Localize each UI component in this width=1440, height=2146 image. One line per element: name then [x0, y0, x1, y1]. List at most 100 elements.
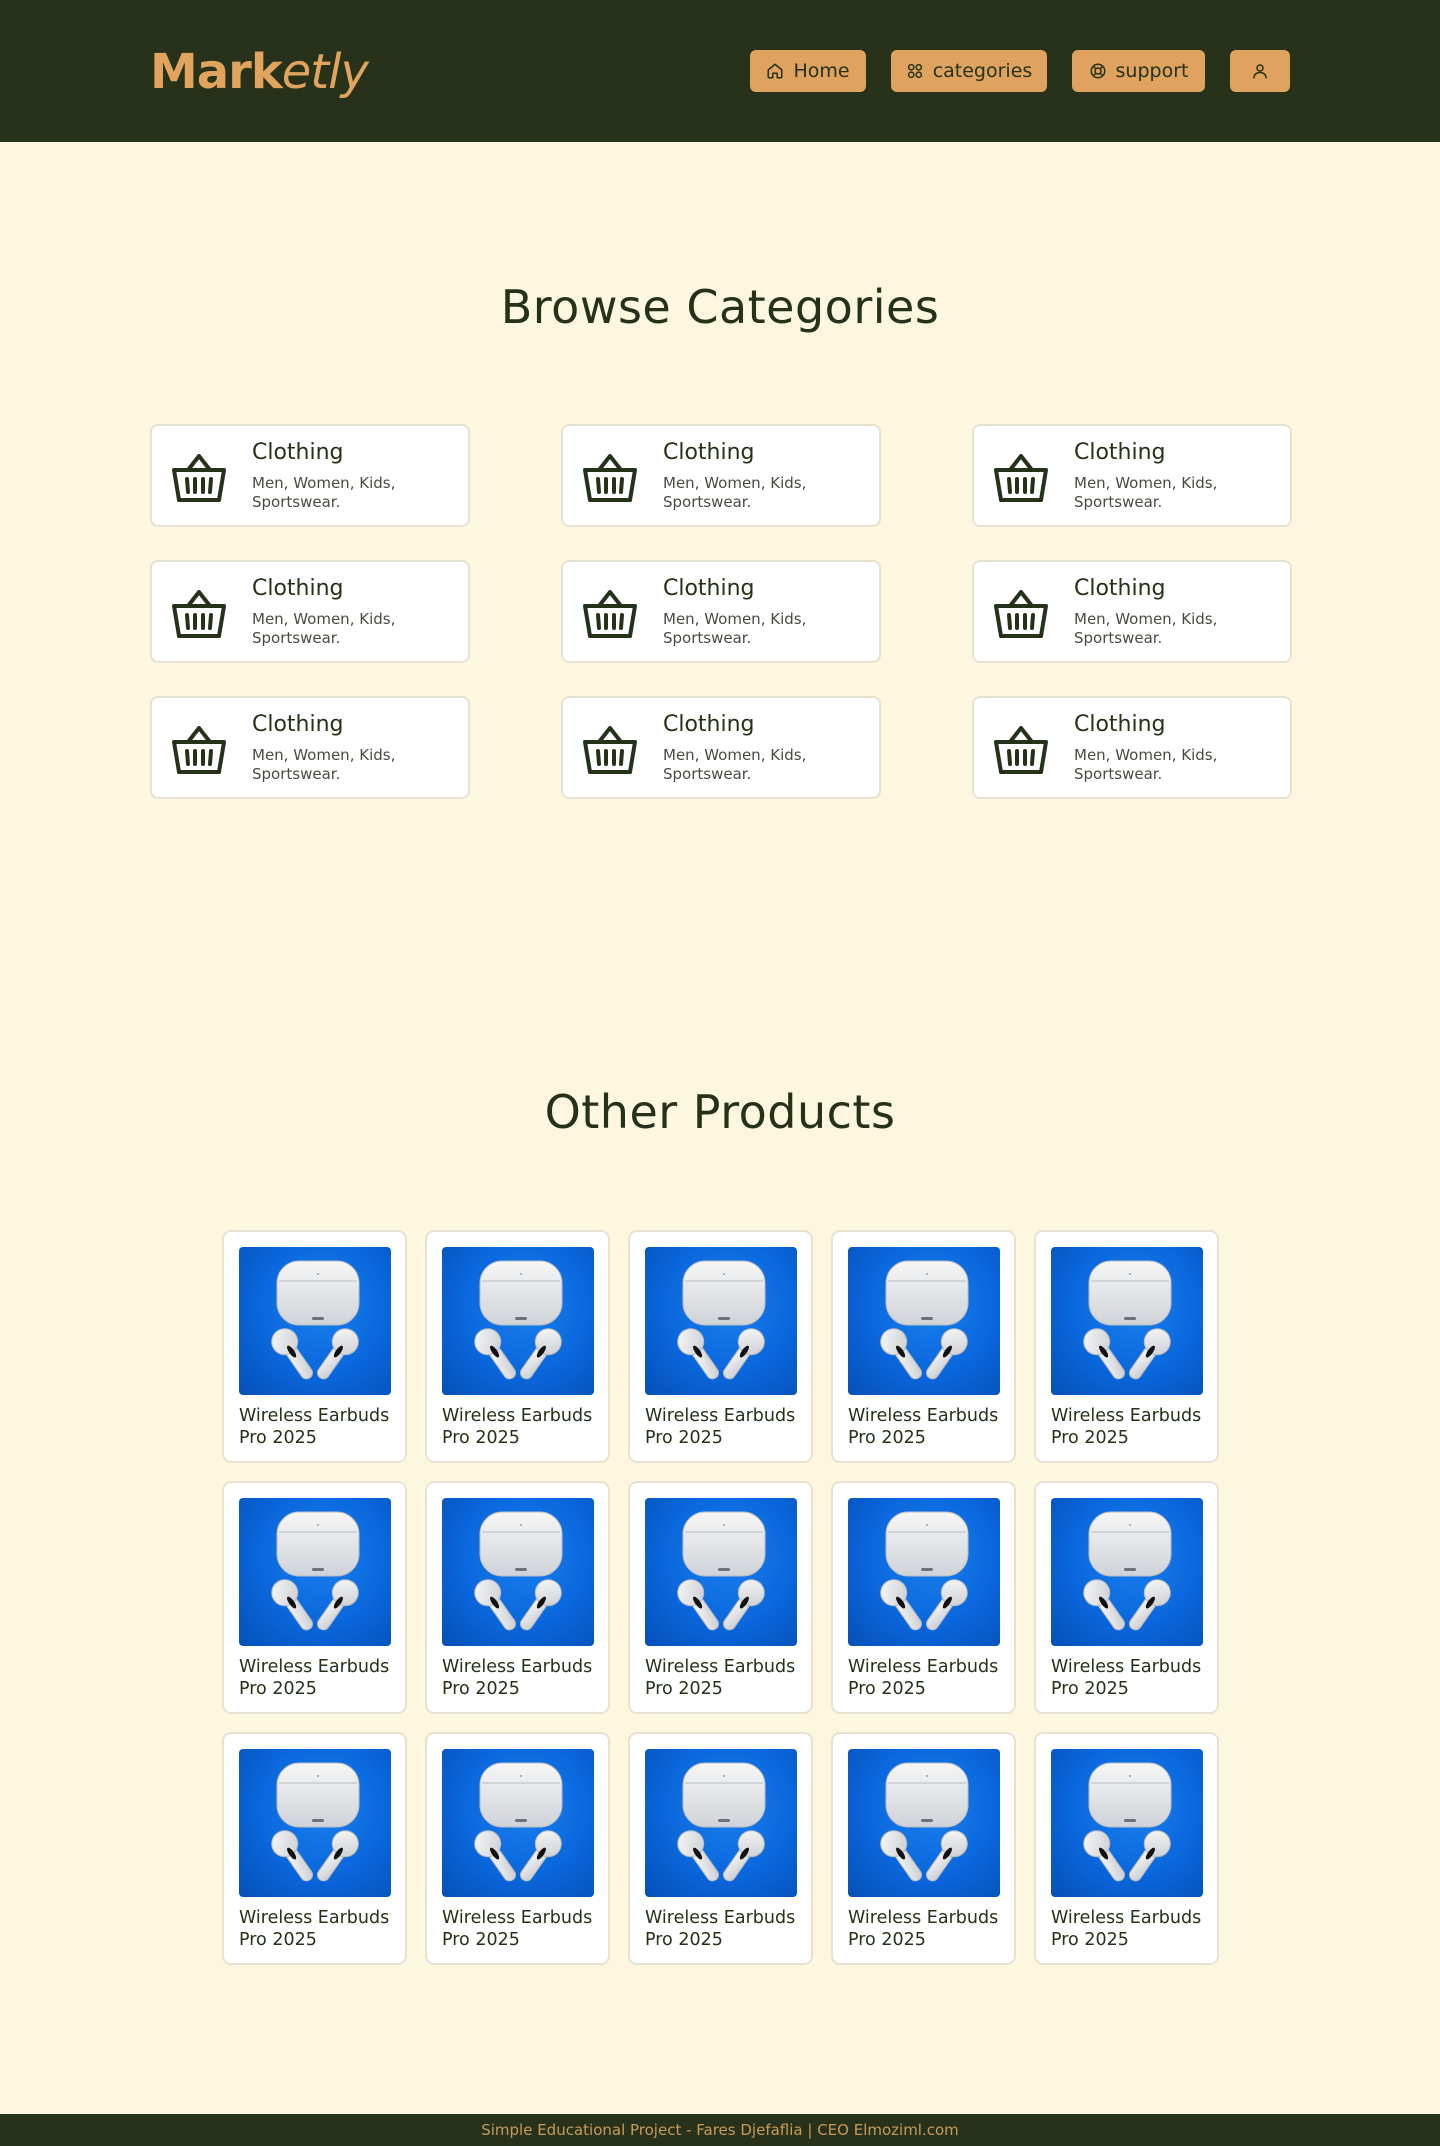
lifebuoy-icon [1090, 63, 1106, 79]
product-card[interactable]: Wireless Earbuds Pro 2025 [628, 1732, 813, 1965]
category-name: Clothing [1074, 712, 1166, 737]
category-card[interactable]: Clothing Men, Women, Kids, Sportswear. [972, 424, 1292, 527]
product-card[interactable]: Wireless Earbuds Pro 2025 [831, 1481, 1016, 1714]
basket-icon [170, 586, 228, 640]
nav-support-button[interactable]: support [1072, 50, 1205, 92]
category-name: Clothing [1074, 440, 1166, 465]
nav-categories-label: categories [932, 60, 1033, 82]
product-card[interactable]: Wireless Earbuds Pro 2025 [1034, 1230, 1219, 1463]
product-name: Wireless Earbuds Pro 2025 [239, 1406, 390, 1448]
product-card[interactable]: Wireless Earbuds Pro 2025 [425, 1481, 610, 1714]
basket-icon [992, 586, 1050, 640]
product-image[interactable] [645, 1498, 797, 1646]
product-name: Wireless Earbuds Pro 2025 [442, 1657, 593, 1699]
category-card[interactable]: Clothing Men, Women, Kids, Sportswear. [150, 560, 470, 663]
product-card[interactable]: Wireless Earbuds Pro 2025 [628, 1230, 813, 1463]
category-card[interactable]: Clothing Men, Women, Kids, Sportswear. [972, 696, 1292, 799]
product-name: Wireless Earbuds Pro 2025 [1051, 1908, 1202, 1950]
product-name: Wireless Earbuds Pro 2025 [645, 1406, 796, 1448]
category-description: Men, Women, Kids, Sportswear. [1074, 610, 1218, 647]
product-image[interactable] [442, 1498, 594, 1646]
basket-icon [170, 722, 228, 776]
category-description: Men, Women, Kids, Sportswear. [252, 474, 396, 511]
basket-icon [581, 450, 639, 504]
category-name: Clothing [252, 576, 344, 601]
category-card[interactable]: Clothing Men, Women, Kids, Sportswear. [972, 560, 1292, 663]
product-name: Wireless Earbuds Pro 2025 [1051, 1406, 1202, 1448]
product-name: Wireless Earbuds Pro 2025 [442, 1908, 593, 1950]
product-card[interactable]: Wireless Earbuds Pro 2025 [628, 1481, 813, 1714]
product-image[interactable] [848, 1498, 1000, 1646]
category-name: Clothing [252, 440, 344, 465]
nav-home-label: Home [793, 60, 850, 82]
product-image[interactable] [442, 1749, 594, 1897]
category-card[interactable]: Clothing Men, Women, Kids, Sportswear. [150, 696, 470, 799]
product-name: Wireless Earbuds Pro 2025 [848, 1908, 999, 1950]
category-card[interactable]: Clothing Men, Women, Kids, Sportswear. [561, 696, 881, 799]
home-icon [767, 63, 783, 79]
nav-support-label: support [1115, 60, 1189, 82]
basket-icon [581, 586, 639, 640]
category-description: Men, Women, Kids, Sportswear. [1074, 474, 1218, 511]
product-card[interactable]: Wireless Earbuds Pro 2025 [222, 1230, 407, 1463]
product-image[interactable] [645, 1247, 797, 1395]
basket-icon [992, 722, 1050, 776]
product-image[interactable] [848, 1247, 1000, 1395]
product-name: Wireless Earbuds Pro 2025 [442, 1406, 593, 1448]
product-image[interactable] [1051, 1498, 1203, 1646]
basket-icon [170, 450, 228, 504]
product-image[interactable] [442, 1247, 594, 1395]
product-image[interactable] [239, 1749, 391, 1897]
category-name: Clothing [663, 440, 755, 465]
product-card[interactable]: Wireless Earbuds Pro 2025 [425, 1230, 610, 1463]
product-card[interactable]: Wireless Earbuds Pro 2025 [1034, 1732, 1219, 1965]
product-image[interactable] [848, 1749, 1000, 1897]
nav-categories-button[interactable]: categories [891, 50, 1047, 92]
product-image[interactable] [1051, 1749, 1203, 1897]
product-image[interactable] [239, 1247, 391, 1395]
site-header: Marketly Home categories support [0, 0, 1440, 142]
category-description: Men, Women, Kids, Sportswear. [252, 610, 396, 647]
product-name: Wireless Earbuds Pro 2025 [848, 1657, 999, 1699]
category-name: Clothing [1074, 576, 1166, 601]
basket-icon [581, 722, 639, 776]
product-name: Wireless Earbuds Pro 2025 [239, 1908, 390, 1950]
browse-categories-title: Browse Categories [500, 280, 940, 334]
category-card[interactable]: Clothing Men, Women, Kids, Sportswear. [561, 560, 881, 663]
category-description: Men, Women, Kids, Sportswear. [663, 746, 807, 783]
category-card[interactable]: Clothing Men, Women, Kids, Sportswear. [150, 424, 470, 527]
basket-icon [992, 450, 1050, 504]
category-name: Clothing [663, 576, 755, 601]
grid-icon [907, 63, 922, 79]
site-logo[interactable]: Marketly [150, 44, 369, 100]
site-footer: Simple Educational Project - Fares Djefa… [0, 2114, 1440, 2146]
nav-home-button[interactable]: Home [750, 50, 866, 92]
product-image[interactable] [645, 1749, 797, 1897]
product-image[interactable] [239, 1498, 391, 1646]
product-card[interactable]: Wireless Earbuds Pro 2025 [831, 1732, 1016, 1965]
product-name: Wireless Earbuds Pro 2025 [645, 1657, 796, 1699]
logo-italic-text: etly [281, 44, 369, 100]
category-description: Men, Women, Kids, Sportswear. [663, 610, 807, 647]
logo-bold-text: Mark [150, 44, 283, 100]
category-name: Clothing [252, 712, 344, 737]
product-name: Wireless Earbuds Pro 2025 [239, 1657, 390, 1699]
other-products-title: Other Products [544, 1085, 896, 1139]
category-description: Men, Women, Kids, Sportswear. [252, 746, 396, 783]
footer-text: Simple Educational Project - Fares Djefa… [481, 2121, 959, 2139]
user-icon [1253, 64, 1267, 79]
category-description: Men, Women, Kids, Sportswear. [1074, 746, 1218, 783]
product-card[interactable]: Wireless Earbuds Pro 2025 [831, 1230, 1016, 1463]
category-card[interactable]: Clothing Men, Women, Kids, Sportswear. [561, 424, 881, 527]
product-card[interactable]: Wireless Earbuds Pro 2025 [425, 1732, 610, 1965]
product-image[interactable] [1051, 1247, 1203, 1395]
product-card[interactable]: Wireless Earbuds Pro 2025 [222, 1732, 407, 1965]
product-card[interactable]: Wireless Earbuds Pro 2025 [1034, 1481, 1219, 1714]
user-account-button[interactable] [1230, 50, 1290, 92]
product-name: Wireless Earbuds Pro 2025 [1051, 1657, 1202, 1699]
product-name: Wireless Earbuds Pro 2025 [848, 1406, 999, 1448]
category-name: Clothing [663, 712, 755, 737]
category-description: Men, Women, Kids, Sportswear. [663, 474, 807, 511]
product-name: Wireless Earbuds Pro 2025 [645, 1908, 796, 1950]
product-card[interactable]: Wireless Earbuds Pro 2025 [222, 1481, 407, 1714]
